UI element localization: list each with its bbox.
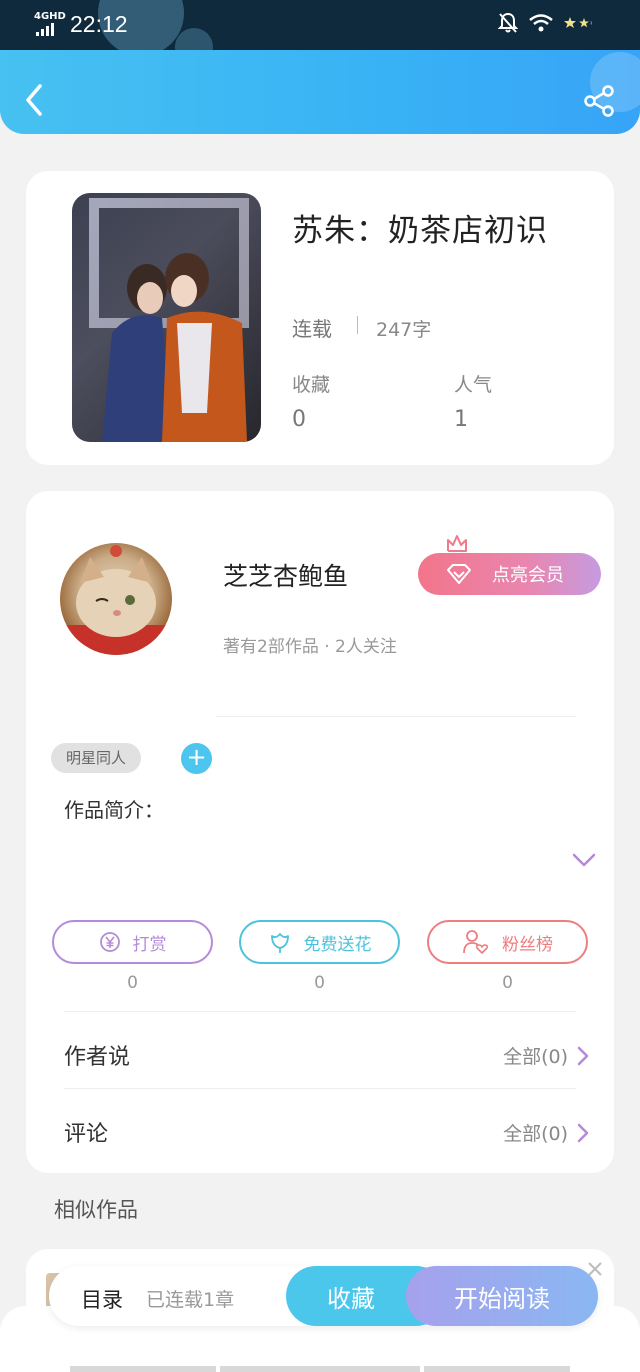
start-reading-button[interactable]: 开始阅读 [406,1266,598,1326]
similar-works-title: 相似作品 [54,1198,138,1222]
tip-count: 0 [127,973,138,993]
divider [64,1088,576,1089]
author-notes-count: 全部(0) [503,1046,568,1068]
send-flower-label: 免费送花 [303,934,372,955]
popularity-value: 1 [454,407,468,432]
wifi-icon [529,14,553,32]
favorites-label: 收藏 [292,374,331,396]
chevron-right-icon [577,1046,589,1065]
author-detail-card: 芝芝杏鲍鱼 著有2部作品 · 2人关注 点亮会员 明星同人 + 作品简介： 打赏… [26,491,614,1173]
book-status: 连载 [292,317,332,341]
status-bar: 4GHD 22:12 ꜞ [0,0,640,50]
book-title: 苏朱：奶茶店初识 [292,213,548,249]
decorative-bubble [175,28,213,50]
diamond-icon [447,564,471,584]
fan-ranking-label: 粉丝榜 [502,934,553,955]
comments-label: 评论 [64,1122,109,1147]
placeholder-bar [70,1366,216,1372]
tip-label: 打赏 [132,934,167,955]
status-time: 22:12 [70,11,128,37]
flower-count: 0 [314,973,325,993]
signal-icon [36,23,54,36]
status-icons: ꜞ [498,12,596,34]
author-meta: 著有2部作品 · 2人关注 [223,637,397,657]
reading-action-bar: 目录 已连载1章 收藏 开始阅读 [49,1266,598,1326]
author-notes-label: 作者说 [64,1045,131,1070]
user-heart-icon [463,930,489,954]
send-flower-button[interactable]: 免费送花 [239,920,400,964]
intro-label: 作品简介： [64,798,164,822]
tag-chip[interactable]: 明星同人 [51,743,142,773]
weather-stars-icon: ꜞ [564,17,592,29]
favorites-value: 0 [292,407,306,432]
word-count: 247字 [376,319,432,341]
book-cover-image[interactable] [72,193,261,442]
author-avatar[interactable] [60,543,172,655]
tip-button[interactable]: 打赏 [52,920,213,964]
divider [64,1011,576,1012]
comments-all-link[interactable]: 全部(0) [503,1119,590,1146]
share-icon[interactable] [583,84,617,118]
close-icon[interactable] [585,1259,605,1279]
crown-icon [447,535,467,552]
network-type: 4GHD [34,11,66,22]
fan-count: 0 [502,973,513,993]
yen-coin-icon [99,932,120,952]
vip-button[interactable]: 点亮会员 [418,553,601,595]
comments-count: 全部(0) [503,1123,568,1145]
add-tag-button[interactable]: + [181,743,212,774]
back-icon[interactable] [20,82,50,118]
author-notes-all-link[interactable]: 全部(0) [503,1042,590,1069]
toc-button[interactable]: 目录 [81,1284,123,1314]
flower-icon [270,933,289,953]
vip-button-label: 点亮会员 [492,565,564,586]
author-name[interactable]: 芝芝杏鲍鱼 [223,557,348,593]
placeholder-bar [424,1366,570,1372]
favorite-button-label: 收藏 [327,1284,375,1313]
chapter-progress: 已连载1章 [146,1289,235,1311]
placeholder-bar [220,1366,420,1372]
divider [216,716,576,717]
divider [357,316,358,334]
svg-text:ꜞ: ꜞ [590,20,592,29]
start-reading-label: 开始阅读 [454,1284,550,1313]
bell-muted-icon [498,12,518,33]
chevron-down-icon[interactable] [571,851,597,869]
popularity-label: 人气 [454,374,493,396]
app-header [0,50,640,134]
fan-ranking-button[interactable]: 粉丝榜 [427,920,588,964]
book-info-card: 苏朱：奶茶店初识 连载 247字 收藏 0 人气 1 [26,171,614,465]
chevron-right-icon [577,1123,589,1142]
